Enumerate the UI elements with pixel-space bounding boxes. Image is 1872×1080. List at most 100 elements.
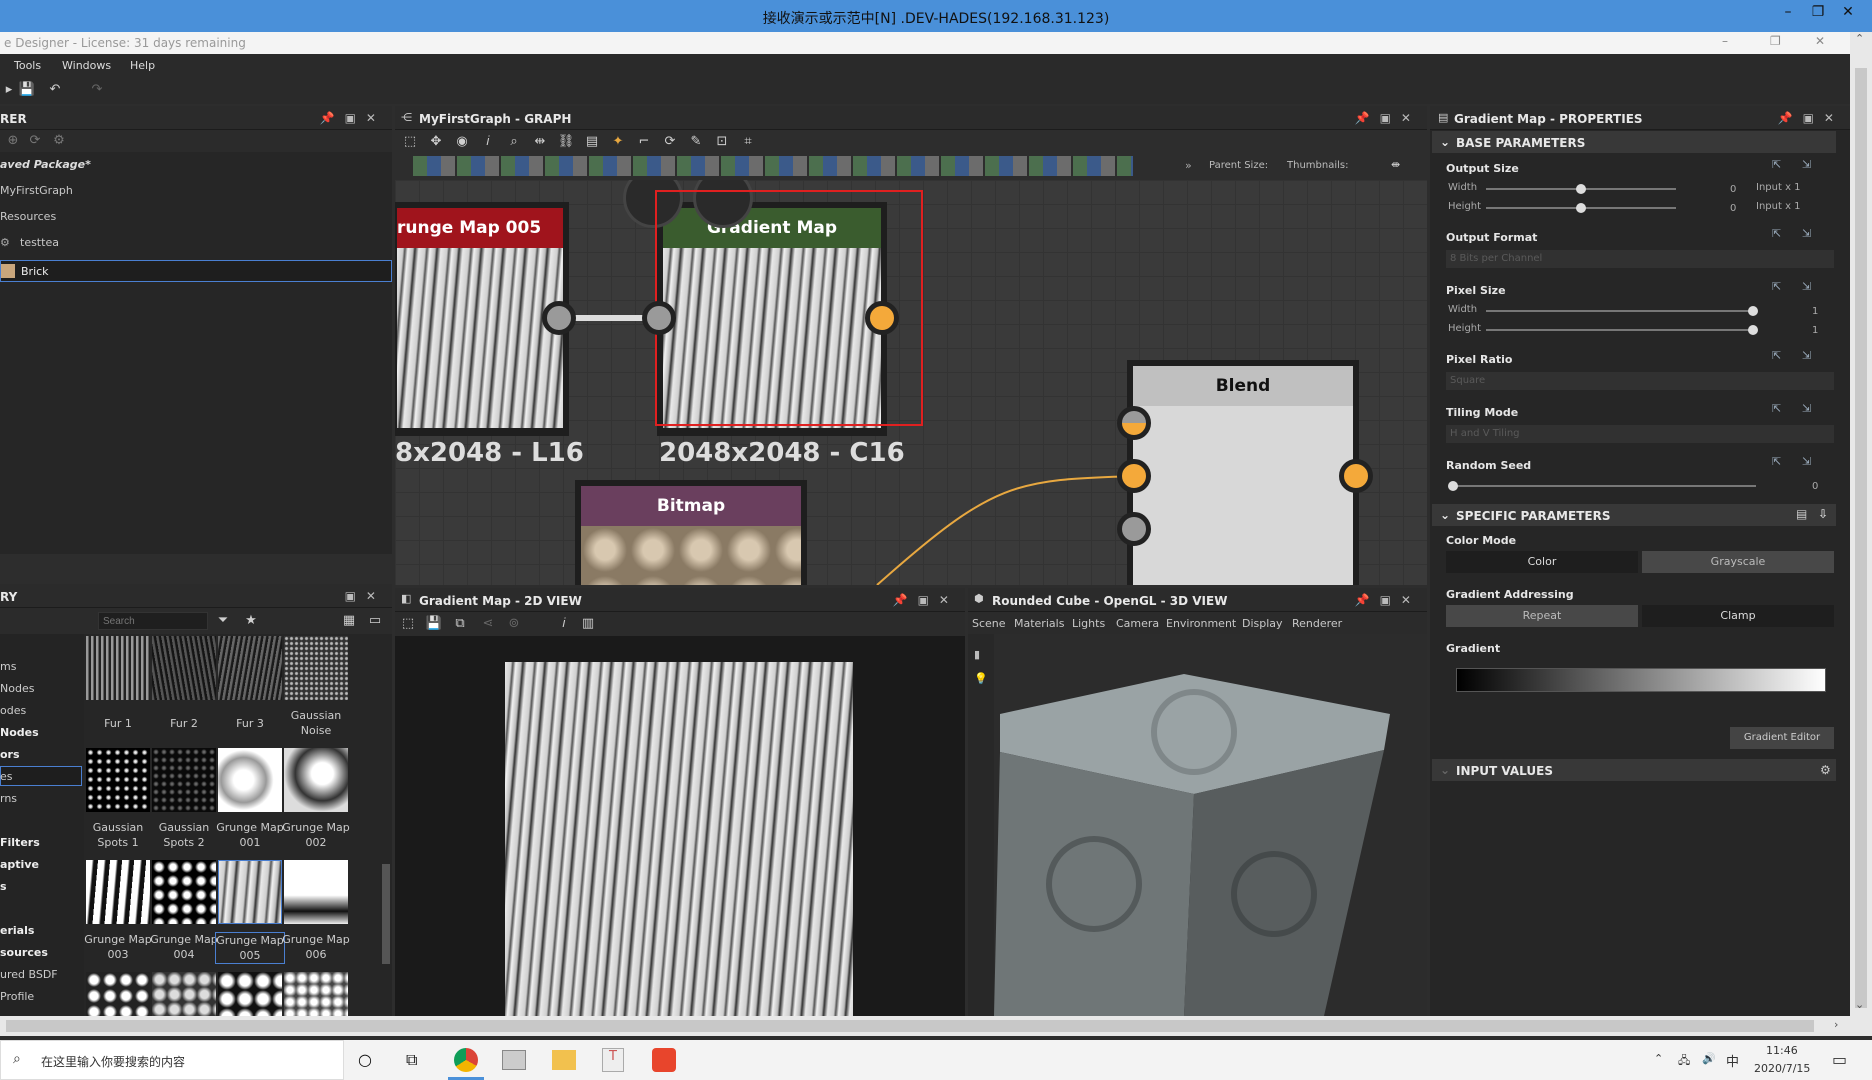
thumb-grunge-map-003[interactable]: [86, 860, 150, 924]
search-icon[interactable]: ⌕: [505, 134, 523, 150]
save-icon[interactable]: 💾: [18, 82, 36, 98]
redo-icon[interactable]: ↷: [88, 82, 106, 98]
inherit-icon[interactable]: ⇲: [1802, 349, 1811, 362]
thumb-grunge-map-010[interactable]: [284, 972, 348, 1016]
inherit-icon[interactable]: ⇲: [1802, 402, 1811, 415]
copy-icon[interactable]: ⧉: [451, 616, 469, 632]
tiling-mode-select[interactable]: H and V Tiling: [1446, 425, 1834, 443]
thumb-fur-1[interactable]: [86, 636, 150, 700]
color-mode-grayscale-button[interactable]: Grayscale: [1642, 551, 1834, 573]
graph-item[interactable]: MyFirstGraph: [0, 184, 73, 197]
output-format-select[interactable]: 8 Bits per Channel: [1446, 250, 1834, 268]
layout-icon[interactable]: ▤: [583, 134, 601, 150]
thumb-gaussian-spots-1[interactable]: [86, 748, 150, 812]
panel-controls[interactable]: 📌▣✕: [320, 111, 386, 125]
thumb-grunge-map-008[interactable]: [152, 972, 216, 1016]
menu-renderer[interactable]: Renderer: [1292, 617, 1342, 630]
close-icon[interactable]: ✕: [1835, 4, 1861, 26]
folder-icon[interactable]: [552, 1050, 576, 1070]
lib-cat-6[interactable]: rns: [0, 792, 17, 805]
menu-help[interactable]: Help: [130, 59, 155, 72]
chrome-icon[interactable]: [454, 1048, 478, 1072]
thumb-grunge-map-005[interactable]: [218, 860, 282, 924]
pixel-ratio-select[interactable]: Square: [1446, 372, 1834, 390]
lib-cat-3[interactable]: Nodes: [0, 726, 39, 739]
output-port[interactable]: [1339, 459, 1373, 493]
panel-controls[interactable]: 📌▣✕: [1355, 111, 1421, 125]
atomic-node-bar[interactable]: [413, 156, 1133, 176]
panel-controls[interactable]: 📌▣✕: [1355, 593, 1421, 607]
refresh-icon[interactable]: ⟳: [661, 134, 679, 150]
menu-materials[interactable]: Materials: [1014, 617, 1064, 630]
gradient-bar[interactable]: [1456, 668, 1826, 692]
cortana-icon[interactable]: ○: [358, 1050, 372, 1069]
save-icon[interactable]: 💾: [425, 616, 443, 632]
panel-controls[interactable]: ▣✕: [345, 589, 386, 603]
width-relative[interactable]: Input x 1: [1756, 182, 1801, 193]
link-icon[interactable]: ⇱: [1772, 402, 1781, 415]
lib-cat-4[interactable]: ors: [0, 748, 20, 761]
thumbnail-toggle-icon[interactable]: ⇼: [1391, 158, 1400, 171]
testtea-item[interactable]: testtea: [20, 236, 59, 249]
new-icon[interactable]: ⊕: [4, 133, 22, 149]
thumb-gaussian-noise[interactable]: [284, 636, 348, 700]
lib-cat-8[interactable]: aptive: [0, 858, 39, 871]
task-view-icon[interactable]: ⧉: [406, 1050, 417, 1070]
link-icon[interactable]: ⇱: [1772, 158, 1781, 171]
uv-icon[interactable]: ⊚: [505, 616, 523, 632]
clock-date[interactable]: 2020/7/15: [1754, 1062, 1810, 1075]
lib-cat-11[interactable]: sources: [0, 946, 48, 959]
random-seed-value[interactable]: 0: [1812, 481, 1818, 492]
input-port-background[interactable]: [1117, 459, 1151, 493]
info-icon[interactable]: 𝑖: [555, 616, 573, 632]
undo-icon[interactable]: ↶: [46, 82, 64, 98]
lib-cat-0[interactable]: ms: [0, 660, 16, 673]
width-slider-knob[interactable]: [1576, 184, 1586, 194]
brick-item[interactable]: Brick: [0, 260, 392, 282]
library-search-input[interactable]: [98, 612, 208, 630]
move-icon[interactable]: ✥: [427, 134, 445, 150]
pixel-width-knob[interactable]: [1748, 306, 1758, 316]
gradient-editor-button[interactable]: Gradient Editor: [1730, 727, 1834, 749]
pixel-height-knob[interactable]: [1748, 325, 1758, 335]
substance-icon[interactable]: [652, 1048, 676, 1072]
lib-cat-10[interactable]: erials: [0, 924, 34, 937]
app-icon[interactable]: [502, 1050, 526, 1070]
camera-icon[interactable]: ◉: [453, 134, 471, 150]
minimize-icon[interactable]: –: [1775, 4, 1801, 26]
notification-icon[interactable]: ▭: [1832, 1050, 1847, 1069]
light-icon[interactable]: 💡: [974, 672, 988, 685]
random-seed-knob[interactable]: [1448, 481, 1458, 491]
base-parameters-header[interactable]: ⌄ BASE PARAMETERS: [1432, 131, 1836, 153]
histogram-icon[interactable]: ▥: [579, 616, 597, 632]
app-minimize-icon[interactable]: –: [1722, 34, 1728, 48]
gear-icon[interactable]: ⚙: [50, 133, 68, 149]
menu-environment[interactable]: Environment: [1166, 617, 1236, 630]
refresh-icon[interactable]: ⟳: [26, 133, 44, 149]
tray-chevron-icon[interactable]: ⌃: [1654, 1052, 1663, 1065]
export-preset-icon[interactable]: ⇩: [1818, 507, 1828, 521]
link-icon[interactable]: ⇱: [1772, 280, 1781, 293]
clock-time[interactable]: 11:46: [1766, 1044, 1798, 1057]
menu-scene[interactable]: Scene: [972, 617, 1006, 630]
scroll-thumb[interactable]: [1855, 68, 1867, 1008]
tools-icon[interactable]: ✎: [687, 134, 705, 150]
thumb-grunge-map-002[interactable]: [284, 748, 348, 812]
remote-scrollbar[interactable]: ⌃ ⌄: [1850, 32, 1872, 1016]
typora-icon[interactable]: T: [602, 1048, 624, 1072]
align-icon[interactable]: ⇹: [531, 134, 549, 150]
lib-cat-13[interactable]: Profile: [0, 990, 34, 1003]
height-relative[interactable]: Input x 1: [1756, 201, 1801, 212]
menu-windows[interactable]: Windows: [62, 59, 111, 72]
input-values-header[interactable]: ⌄ INPUT VALUES ⚙: [1432, 759, 1836, 781]
menu-camera[interactable]: Camera: [1116, 617, 1159, 630]
scroll-down-icon[interactable]: ⌄: [1855, 998, 1864, 1011]
menu-lights[interactable]: Lights: [1072, 617, 1105, 630]
connect-icon[interactable]: ⌐: [635, 134, 653, 150]
scroll-up-icon[interactable]: ⌃: [1855, 32, 1864, 45]
link-icon[interactable]: ⛓: [557, 134, 575, 150]
camera-icon[interactable]: ▮: [974, 648, 980, 661]
lib-cat-5[interactable]: es: [0, 770, 13, 783]
node-blend[interactable]: Blend: [1127, 360, 1359, 585]
more-icon[interactable]: »: [1185, 159, 1192, 172]
